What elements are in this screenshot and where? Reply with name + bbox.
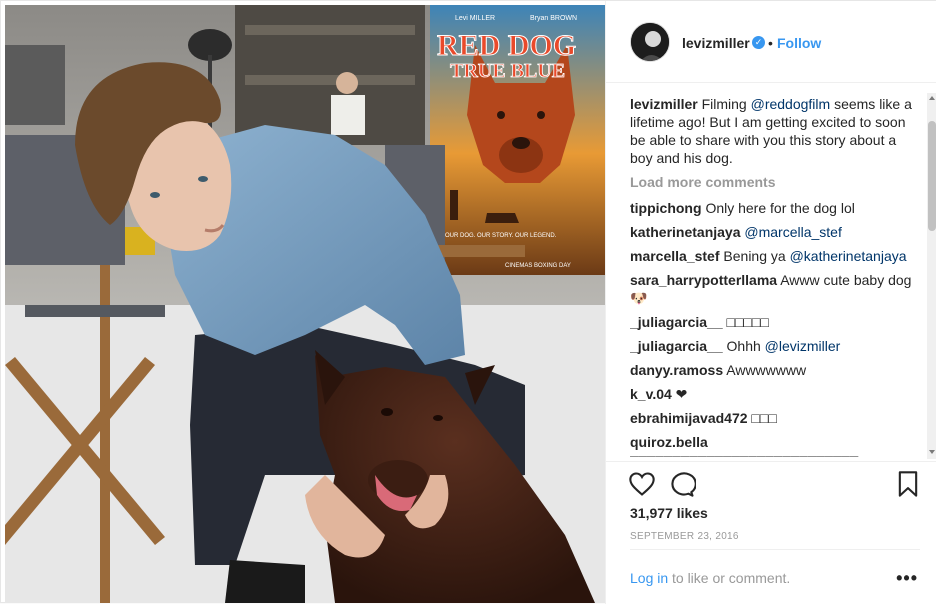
comments-list[interactable]: levizmiller Filming @reddogfilm seems li…	[630, 95, 920, 457]
post-date[interactable]: SEPTEMBER 23, 2016	[630, 531, 739, 542]
comment-username[interactable]: _juliagarcia__	[630, 314, 723, 330]
comment-text: Only here for the dog lol	[705, 200, 855, 216]
avatar-image	[631, 23, 669, 61]
comment-username[interactable]: danyy.ramoss	[630, 362, 723, 378]
movie-poster: Levi MILLER Bryan BROWN RED DOG TRUE BLU…	[430, 5, 605, 275]
action-bar	[606, 461, 936, 505]
comment-item: danyy.ramoss Awwwwwww	[630, 361, 920, 379]
comment-item: sara_harrypotterllama Awww cute baby dog…	[630, 271, 920, 307]
caption-text-pre: Filming	[701, 96, 751, 112]
poster-title-2: TRUE BLUE	[450, 60, 565, 82]
comments-scrollbar-thumb[interactable]	[928, 121, 936, 231]
caption: levizmiller Filming @reddogfilm seems li…	[630, 95, 920, 167]
scroll-down-arrow-icon[interactable]	[929, 450, 935, 454]
comment-item: _juliagarcia__ □□□□□	[630, 313, 920, 331]
photo-illustration: Levi MILLER Bryan BROWN RED DOG TRUE BLU…	[5, 5, 605, 603]
comment-item: k_v.04 ❤	[630, 385, 920, 403]
poster-release: CINEMAS BOXING DAY	[505, 263, 571, 269]
comment-item: tippichong Only here for the dog lol	[630, 199, 920, 217]
caption-mention[interactable]: @reddogfilm	[751, 96, 831, 112]
comment-username[interactable]: ebrahimijavad472	[630, 410, 748, 426]
username-link[interactable]: levizmiller	[682, 35, 750, 51]
post-photo[interactable]: Levi MILLER Bryan BROWN RED DOG TRUE BLU…	[5, 5, 605, 603]
heart-icon[interactable]	[628, 470, 656, 498]
login-footer: Log in to like or comment. •••	[630, 549, 920, 604]
poster-title-1: RED DOG	[437, 29, 576, 62]
comment-item: katherinetanjaya @marcella_stef	[630, 223, 920, 241]
comment-text: □□□□□□□□□□□□□□□□□□□□□□□□□□□	[630, 452, 858, 457]
comment-username[interactable]: _juliagarcia__	[630, 338, 723, 354]
bookmark-icon[interactable]	[894, 470, 922, 498]
comment-bubble-icon[interactable]	[668, 470, 697, 498]
comment-username[interactable]: tippichong	[630, 200, 702, 216]
comment-text: ❤	[675, 386, 688, 402]
comment-mention[interactable]: @levizmiller	[765, 338, 841, 354]
login-prompt-text: to like or comment.	[672, 570, 791, 586]
caption-username[interactable]: levizmiller	[630, 96, 698, 112]
post-frame: Levi MILLER Bryan BROWN RED DOG TRUE BLU…	[0, 0, 936, 604]
comment-item: ebrahimijavad472 □□□	[630, 409, 920, 427]
comment-item: quiroz.bella □□□□□□□□□□□□□□□□□□□□□□□□□□□	[630, 433, 920, 457]
follow-button[interactable]: Follow	[777, 35, 821, 51]
comment-text: Bening ya	[723, 248, 790, 264]
post-header: levizmiller ✓ • Follow	[606, 1, 936, 83]
poster-actor-right: Bryan BROWN	[530, 15, 577, 22]
load-more-comments-button[interactable]: Load more comments	[630, 173, 920, 191]
comment-text: □□□□□	[726, 314, 769, 330]
comment-mention[interactable]: @marcella_stef	[744, 224, 841, 240]
poster-actor-left: Levi MILLER	[455, 15, 495, 22]
avatar[interactable]	[630, 22, 670, 62]
comment-text: Awwwwwww	[726, 362, 807, 378]
more-options-icon[interactable]: •••	[896, 568, 918, 589]
comment-username[interactable]: quiroz.bella	[630, 434, 708, 450]
comment-username[interactable]: katherinetanjaya	[630, 224, 741, 240]
login-link[interactable]: Log in	[630, 570, 668, 586]
verified-badge-icon: ✓	[752, 36, 765, 49]
comment-username[interactable]: marcella_stef	[630, 248, 720, 264]
comment-username[interactable]: sara_harrypotterllama	[630, 272, 777, 288]
scroll-up-arrow-icon[interactable]	[929, 96, 935, 100]
comment-mention[interactable]: @katherinetanjaya	[790, 248, 907, 264]
poster-tagline: OUR DOG. OUR STORY. OUR LEGEND.	[445, 233, 557, 239]
post-side-panel: levizmiller ✓ • Follow levizmiller Filmi…	[605, 1, 936, 604]
comment-text: □□□	[751, 410, 777, 426]
comment-item: marcella_stef Bening ya @katherinetanjay…	[630, 247, 920, 265]
comment-text: Ohhh	[726, 338, 765, 354]
comment-item: _juliagarcia__ Ohhh @levizmiller	[630, 337, 920, 355]
header-separator: •	[768, 35, 773, 51]
comment-username[interactable]: k_v.04	[630, 386, 672, 402]
likes-count[interactable]: 31,977 likes	[630, 505, 708, 521]
